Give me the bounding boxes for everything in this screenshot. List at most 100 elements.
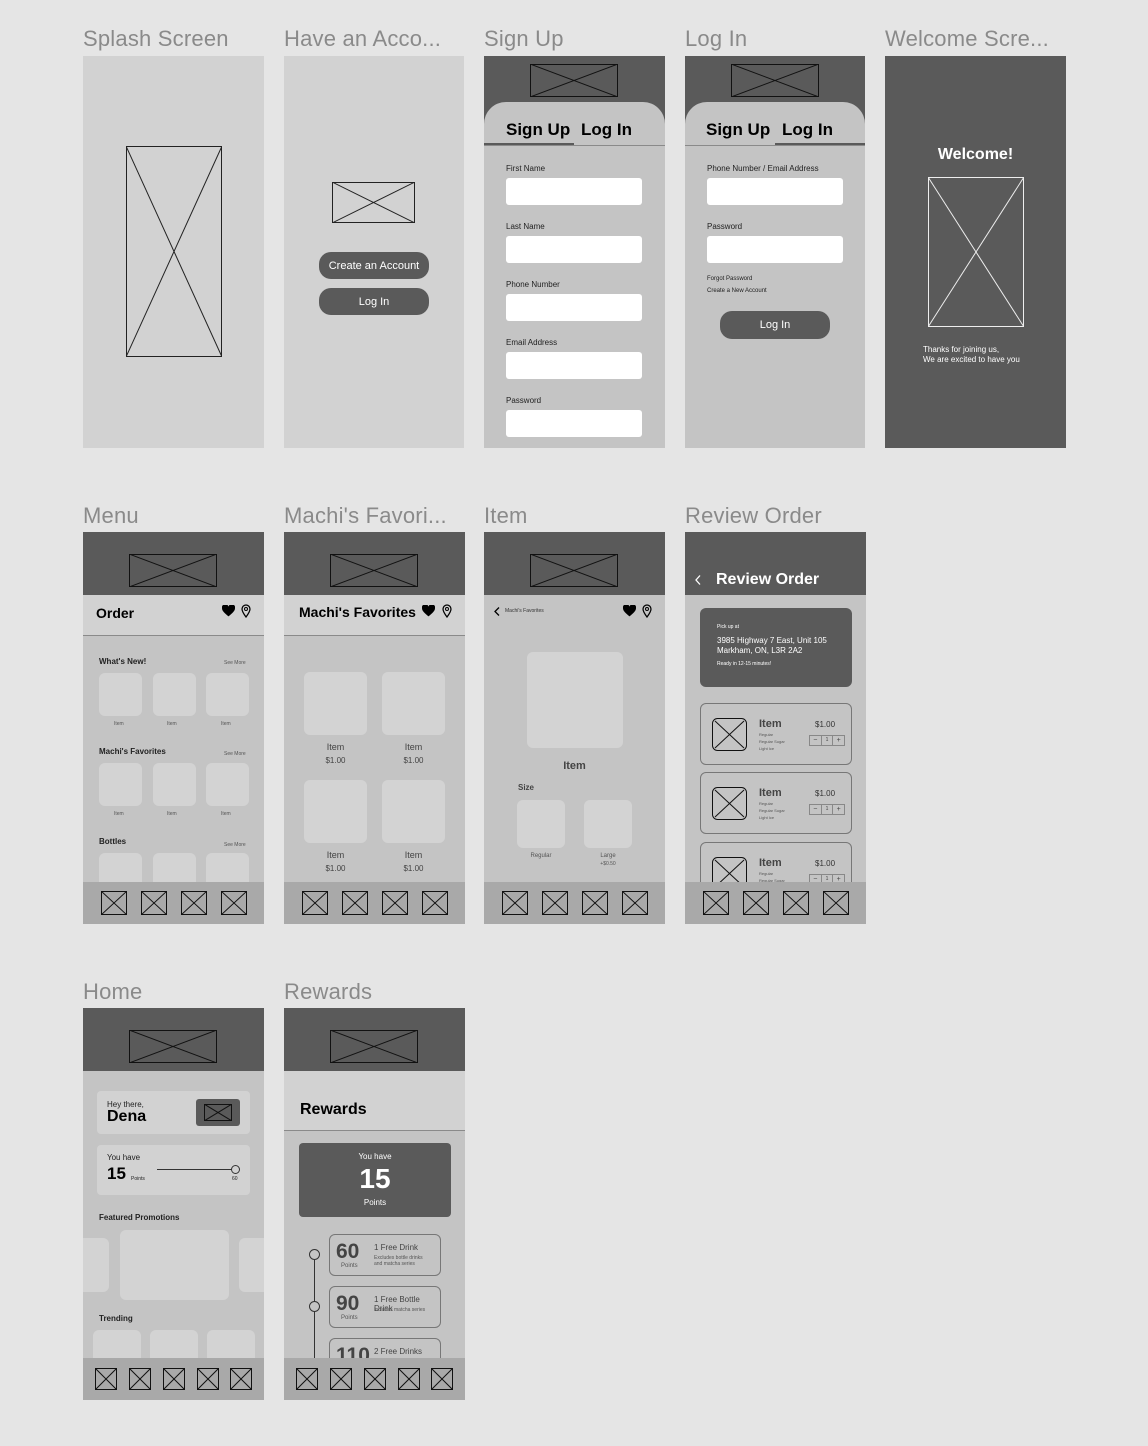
points-max: 60 (232, 1176, 238, 1182)
nav-placeholder-icon[interactable] (330, 1368, 352, 1390)
phone-number-field[interactable] (506, 294, 642, 321)
favorite-item-thumb[interactable] (382, 780, 445, 843)
menu-item-thumb[interactable] (99, 673, 142, 716)
quantity-plus-button[interactable]: + (833, 736, 844, 745)
nav-placeholder-icon[interactable] (382, 891, 408, 915)
frame-title-welcome: Welcome Scre... (885, 26, 1049, 51)
reward-tier-card[interactable]: 60 Points 1 Free Drink Excludes bottle d… (329, 1234, 441, 1276)
quantity-stepper[interactable]: − 1 + (809, 804, 845, 815)
forgot-password-link[interactable]: Forgot Password (707, 276, 752, 282)
order-item-name: Item (759, 857, 782, 869)
nav-placeholder-icon[interactable] (622, 891, 648, 915)
page-title: Rewards (300, 1101, 367, 1118)
menu-item-thumb[interactable] (206, 673, 249, 716)
quantity-minus-button[interactable]: − (810, 805, 821, 814)
log-in-screen: Sign Up Log In Phone Number / Email Addr… (685, 56, 865, 448)
menu-item-thumb[interactable] (206, 763, 249, 806)
nav-placeholder-icon[interactable] (296, 1368, 318, 1390)
nav-placeholder-icon[interactable] (542, 891, 568, 915)
nav-placeholder-icon[interactable] (743, 891, 769, 915)
nav-placeholder-icon[interactable] (197, 1368, 219, 1390)
you-have-label: You have (107, 1153, 141, 1162)
menu-item-thumb[interactable] (153, 763, 196, 806)
chevron-left-icon[interactable] (695, 575, 701, 585)
home-screen: Hey there, Dena You have 15 Points 60 Fe… (83, 1008, 264, 1400)
order-item-card[interactable]: Item Regular Regular Sugar Light Ice $1.… (700, 703, 852, 765)
nav-placeholder-icon[interactable] (95, 1368, 117, 1390)
promo-card[interactable] (120, 1230, 229, 1300)
nav-placeholder-icon[interactable] (502, 891, 528, 915)
see-more-link[interactable]: See More (224, 751, 246, 757)
nav-placeholder-icon[interactable] (342, 891, 368, 915)
nav-placeholder-icon[interactable] (582, 891, 608, 915)
favorite-item-thumb[interactable] (304, 780, 367, 843)
nav-placeholder-icon[interactable] (163, 1368, 185, 1390)
quantity-value: 1 (820, 805, 834, 814)
nav-placeholder-icon[interactable] (703, 891, 729, 915)
nav-placeholder-icon[interactable] (431, 1368, 453, 1390)
nav-placeholder-icon[interactable] (230, 1368, 252, 1390)
quantity-plus-button[interactable]: + (833, 805, 844, 814)
promo-card-prev[interactable] (83, 1238, 109, 1292)
menu-item-thumb[interactable] (99, 763, 142, 806)
promo-card-next[interactable] (239, 1238, 264, 1292)
order-item-card[interactable]: Item Regular Regular Sugar Light Ice $1.… (700, 772, 852, 834)
sign-up-screen: Sign Up Log In First Name Last Name Phon… (484, 56, 665, 448)
menu-item-thumb[interactable] (153, 673, 196, 716)
first-name-field[interactable] (506, 178, 642, 205)
chevron-left-icon[interactable] (494, 607, 500, 616)
create-account-button[interactable]: Create an Account (319, 252, 429, 279)
back-link[interactable]: Machi's Favorites (505, 608, 544, 614)
nav-placeholder-icon[interactable] (141, 891, 167, 915)
nav-placeholder-icon[interactable] (221, 891, 247, 915)
nav-placeholder-icon[interactable] (422, 891, 448, 915)
location-pin-icon[interactable] (642, 604, 652, 618)
tab-sign-up[interactable]: Sign Up (706, 120, 770, 140)
favorite-item-thumb[interactable] (304, 672, 367, 735)
size-regular-label: Regular (530, 853, 552, 859)
tab-log-in[interactable]: Log In (782, 120, 833, 140)
location-pin-icon[interactable] (442, 604, 452, 618)
favorite-item-price: $1.00 (403, 756, 424, 765)
quantity-stepper[interactable]: − 1 + (809, 735, 845, 746)
frame-title-sign-up: Sign Up (484, 26, 564, 51)
reward-tier-card[interactable]: 90 Points 1 Free Bottle Drink Includes m… (329, 1286, 441, 1328)
first-name-label: First Name (506, 164, 546, 173)
email-field[interactable] (506, 352, 642, 379)
phone-email-field[interactable] (707, 178, 843, 205)
size-regular-option[interactable] (517, 800, 565, 848)
size-large-option[interactable] (584, 800, 632, 848)
quantity-minus-button[interactable]: − (810, 736, 821, 745)
order-item-option: Regular (759, 871, 774, 876)
placeholder-image-icon (332, 182, 415, 223)
heart-icon[interactable] (422, 605, 435, 617)
heart-icon[interactable] (222, 605, 235, 617)
nav-placeholder-icon[interactable] (823, 891, 849, 915)
tab-log-in[interactable]: Log In (581, 120, 632, 140)
nav-placeholder-icon[interactable] (398, 1368, 420, 1390)
login-button[interactable]: Log In (720, 311, 830, 339)
login-button[interactable]: Log In (319, 288, 429, 315)
see-more-link[interactable]: See More (224, 660, 246, 666)
password-field[interactable] (506, 410, 642, 437)
nav-placeholder-icon[interactable] (364, 1368, 386, 1390)
menu-screen: Order What's New! See More Item Item Ite… (83, 532, 264, 924)
frame-title-log-in: Log In (685, 26, 748, 51)
create-account-link[interactable]: Create a New Account (707, 288, 767, 294)
tab-sign-up[interactable]: Sign Up (506, 120, 570, 140)
pickup-label: Pick up at (717, 624, 739, 630)
page-title: Machi's Favorites (299, 604, 416, 620)
favorite-item-thumb[interactable] (382, 672, 445, 735)
nav-placeholder-icon[interactable] (181, 891, 207, 915)
nav-placeholder-icon[interactable] (783, 891, 809, 915)
last-name-field[interactable] (506, 236, 642, 263)
location-pin-icon[interactable] (241, 604, 251, 618)
password-field[interactable] (707, 236, 843, 263)
nav-placeholder-icon[interactable] (302, 891, 328, 915)
nav-placeholder-icon[interactable] (129, 1368, 151, 1390)
profile-avatar[interactable] (196, 1099, 240, 1126)
heart-icon[interactable] (623, 605, 636, 617)
tier-node (309, 1249, 320, 1260)
see-more-link[interactable]: See More (224, 842, 246, 848)
nav-placeholder-icon[interactable] (101, 891, 127, 915)
